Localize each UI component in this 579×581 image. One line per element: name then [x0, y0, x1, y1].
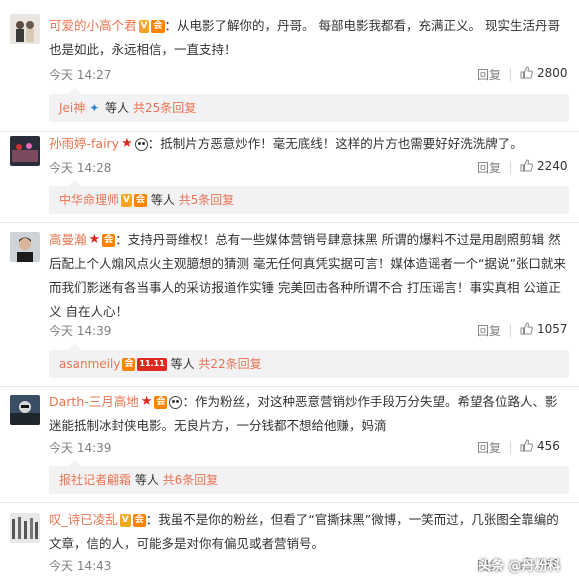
vip-icon: 会 [151, 20, 165, 33]
comment-divider [0, 386, 579, 387]
like-count: 1057 [537, 322, 568, 336]
like-count: 2800 [537, 66, 568, 80]
panda-icon [134, 138, 148, 151]
divider [510, 68, 511, 81]
username-link[interactable]: 高曼瀚 [49, 232, 87, 247]
watermark: 头条 @丹粉科 [478, 559, 561, 574]
comment-meta: 今天 14:39 回复 456 [49, 439, 569, 459]
comment-divider [0, 502, 579, 503]
comment-text: 高曼瀚 ★ 会：支持丹哥维权！总有一些媒体营销号肆意抹黑 所谓的爆料不过是用剧照剪辑… [49, 228, 569, 324]
comment-time: 今天 14:39 [49, 324, 112, 338]
like-button[interactable]: 2240 [520, 159, 568, 173]
sub-reply-middle: 等人 [105, 101, 133, 115]
comment-time: 今天 14:39 [49, 441, 112, 455]
comment-meta: 今天 14:28 回复 2240 [49, 159, 569, 179]
avatar[interactable] [10, 232, 40, 262]
view-replies-link[interactable]: 共25条回复 [133, 101, 196, 115]
sub-reply-middle: 等人 [131, 473, 163, 487]
like-button[interactable]: 1057 [520, 322, 568, 336]
star-icon: ★ [121, 136, 133, 151]
reply-button[interactable]: 回复 [477, 159, 501, 176]
star-icon: ★ [140, 394, 153, 409]
panda-icon [169, 396, 183, 409]
like-count: 456 [537, 439, 560, 453]
reply-button[interactable]: 回复 [477, 439, 501, 456]
avatar[interactable] [10, 513, 40, 543]
avatar[interactable] [10, 395, 40, 425]
thumbs-up-icon [520, 322, 533, 335]
reply-button[interactable]: 回复 [477, 66, 501, 83]
divider [510, 441, 511, 454]
sub-reply-box[interactable]: 报社记者翩霜 等人 共6条回复 [49, 460, 569, 494]
vip-icon: 会 [133, 194, 147, 207]
diamond-icon: ✦ [89, 101, 100, 115]
v-icon: V [121, 194, 132, 207]
sub-reply-middle: 等人 [170, 357, 199, 371]
comment-divider [0, 222, 579, 223]
comment-meta: 今天 14:27 回复 2800 [49, 66, 569, 86]
sub-reply-username[interactable]: asanmeily [59, 357, 120, 371]
username-link[interactable]: Darth-三月高地 [49, 394, 139, 409]
sub-reply-box[interactable]: 中华命理师 V 会 等人 共5条回复 [49, 180, 569, 214]
divider [510, 324, 511, 337]
avatar[interactable] [10, 136, 40, 166]
comment-time: 今天 14:27 [49, 68, 112, 82]
thumbs-up-icon [520, 159, 533, 172]
comment-content: ：抵制片方恶意炒作！毫无底线！这样的片方也需要好好洗洗牌了。 [147, 136, 523, 151]
comment-content: ：支持丹哥维权！总有一些媒体营销号肆意抹黑 所谓的爆料不过是用剧照剪辑 然后配上… [49, 232, 566, 319]
reply-button[interactable]: 回复 [477, 322, 501, 339]
like-count: 2240 [537, 159, 568, 173]
1111-icon: 11.11 [137, 358, 167, 371]
comment-time: 今天 14:28 [49, 161, 112, 175]
comment-time: 今天 14:43 [49, 559, 112, 573]
view-replies-link[interactable]: 共22条回复 [198, 357, 261, 371]
thumbs-up-icon [520, 439, 533, 452]
star-icon: ★ [88, 232, 101, 247]
thumbs-up-icon [520, 66, 533, 79]
sub-reply-box[interactable]: asanmeily 会 11.11 等人 共22条回复 [49, 344, 569, 378]
sub-reply-username[interactable]: 报社记者翩霜 [59, 473, 131, 487]
username-link[interactable]: 叹_诗已凌乱 [49, 512, 118, 527]
sub-reply-box[interactable]: Jei神 ✦ 等人 共25条回复 [49, 88, 569, 122]
username-link[interactable]: 可爱的小高个君 [49, 18, 137, 33]
sub-reply-username[interactable]: Jei神 [59, 101, 85, 115]
view-replies-link[interactable]: 共5条回复 [179, 193, 235, 207]
comment-text: Darth-三月高地 ★ 会：作为粉丝，对这种恶意营销炒作手段万分失望。希望各位路人… [49, 390, 569, 438]
v-icon: V [138, 20, 150, 33]
comment-text: 孙雨婷-fairy ★ ：抵制片方恶意炒作！毫无底线！这样的片方也需要好好洗洗牌了。 [49, 132, 569, 156]
comment-meta: 今天 14:39 回复 1057 [49, 322, 569, 342]
like-button[interactable]: 456 [520, 439, 560, 453]
vip-icon: 会 [154, 396, 168, 409]
comment-text: 可爱的小高个君 V 会：从电影了解你的，丹哥。 每部电影我都看，充满正义。 现实生活… [49, 14, 569, 62]
view-replies-link[interactable]: 共6条回复 [163, 473, 219, 487]
vip-icon: 会 [102, 234, 116, 247]
v-icon: V [119, 514, 131, 527]
avatar[interactable] [10, 14, 40, 44]
sub-reply-middle: 等人 [150, 193, 179, 207]
like-button[interactable]: 2800 [520, 66, 568, 80]
divider [510, 161, 511, 174]
vip-icon: 会 [132, 514, 146, 527]
sub-reply-username[interactable]: 中华命理师 [59, 193, 119, 207]
vip-icon: 会 [122, 358, 136, 371]
comment-text: 叹_诗已凌乱 V 会：我虽不是你的粉丝，但看了“官撕抹黑”微博，一笑而过，几张图全靠… [49, 508, 569, 556]
username-link[interactable]: 孙雨婷-fairy [49, 136, 119, 151]
